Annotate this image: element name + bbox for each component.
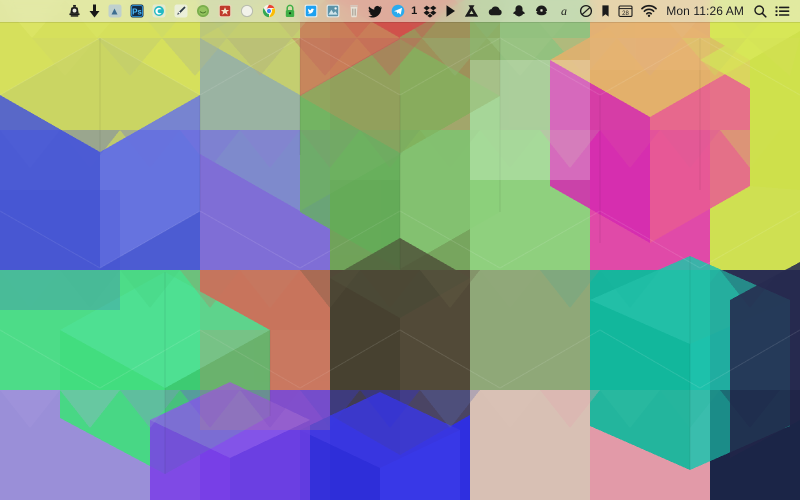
green-lock-icon[interactable] [280,0,300,22]
battery-icon[interactable] [597,0,614,22]
app-blue-icon[interactable] [104,0,126,22]
notification-center-icon[interactable] [771,0,794,22]
teal-swirl-icon[interactable] [148,0,170,22]
menu-bar-status-items: Ps 1 a 28 Mon 11:26 AM [64,0,800,22]
pen-nib-icon[interactable] [170,0,192,22]
download-arrow-icon[interactable] [85,0,104,22]
twitter-bird-icon[interactable] [364,0,387,22]
empty-circle-icon[interactable] [236,0,258,22]
evernote-icon[interactable] [530,0,553,22]
dropbox-icon[interactable] [419,0,441,22]
svg-text:28: 28 [622,11,629,17]
script-a-icon[interactable]: a [553,0,575,22]
cloud-icon[interactable] [483,0,508,22]
notification-badge-count: 1 [411,5,418,17]
chrome-icon[interactable] [258,0,280,22]
photo-app-icon[interactable] [322,0,344,22]
paper-plane-icon[interactable] [387,0,409,22]
wifi-icon[interactable] [637,0,661,22]
menu-bar: Ps 1 a 28 Mon 11:26 AM [0,0,800,22]
svg-text:a: a [561,4,567,18]
svg-text:Ps: Ps [132,7,142,16]
menu-bar-app-menus[interactable] [0,0,64,22]
photoshop-icon[interactable]: Ps [126,0,148,22]
green-circle-icon[interactable] [192,0,214,22]
play-icon[interactable] [441,0,460,22]
snapchat-icon[interactable] [508,0,530,22]
twitter-app-icon[interactable] [300,0,322,22]
circle-slash-icon[interactable] [575,0,597,22]
clock-label[interactable]: Mon 11:26 AM [661,0,749,22]
google-drive-icon[interactable] [460,0,483,22]
trash-icon[interactable] [344,0,364,22]
star-badge-icon[interactable] [214,0,236,22]
desktop-screen: Ps 1 a 28 Mon 11:26 AM [0,0,800,500]
desktop-wallpaper [0,0,800,500]
bartender-icon[interactable] [64,0,85,22]
calendar-icon[interactable]: 28 [614,0,637,22]
spotlight-search-icon[interactable] [749,0,771,22]
